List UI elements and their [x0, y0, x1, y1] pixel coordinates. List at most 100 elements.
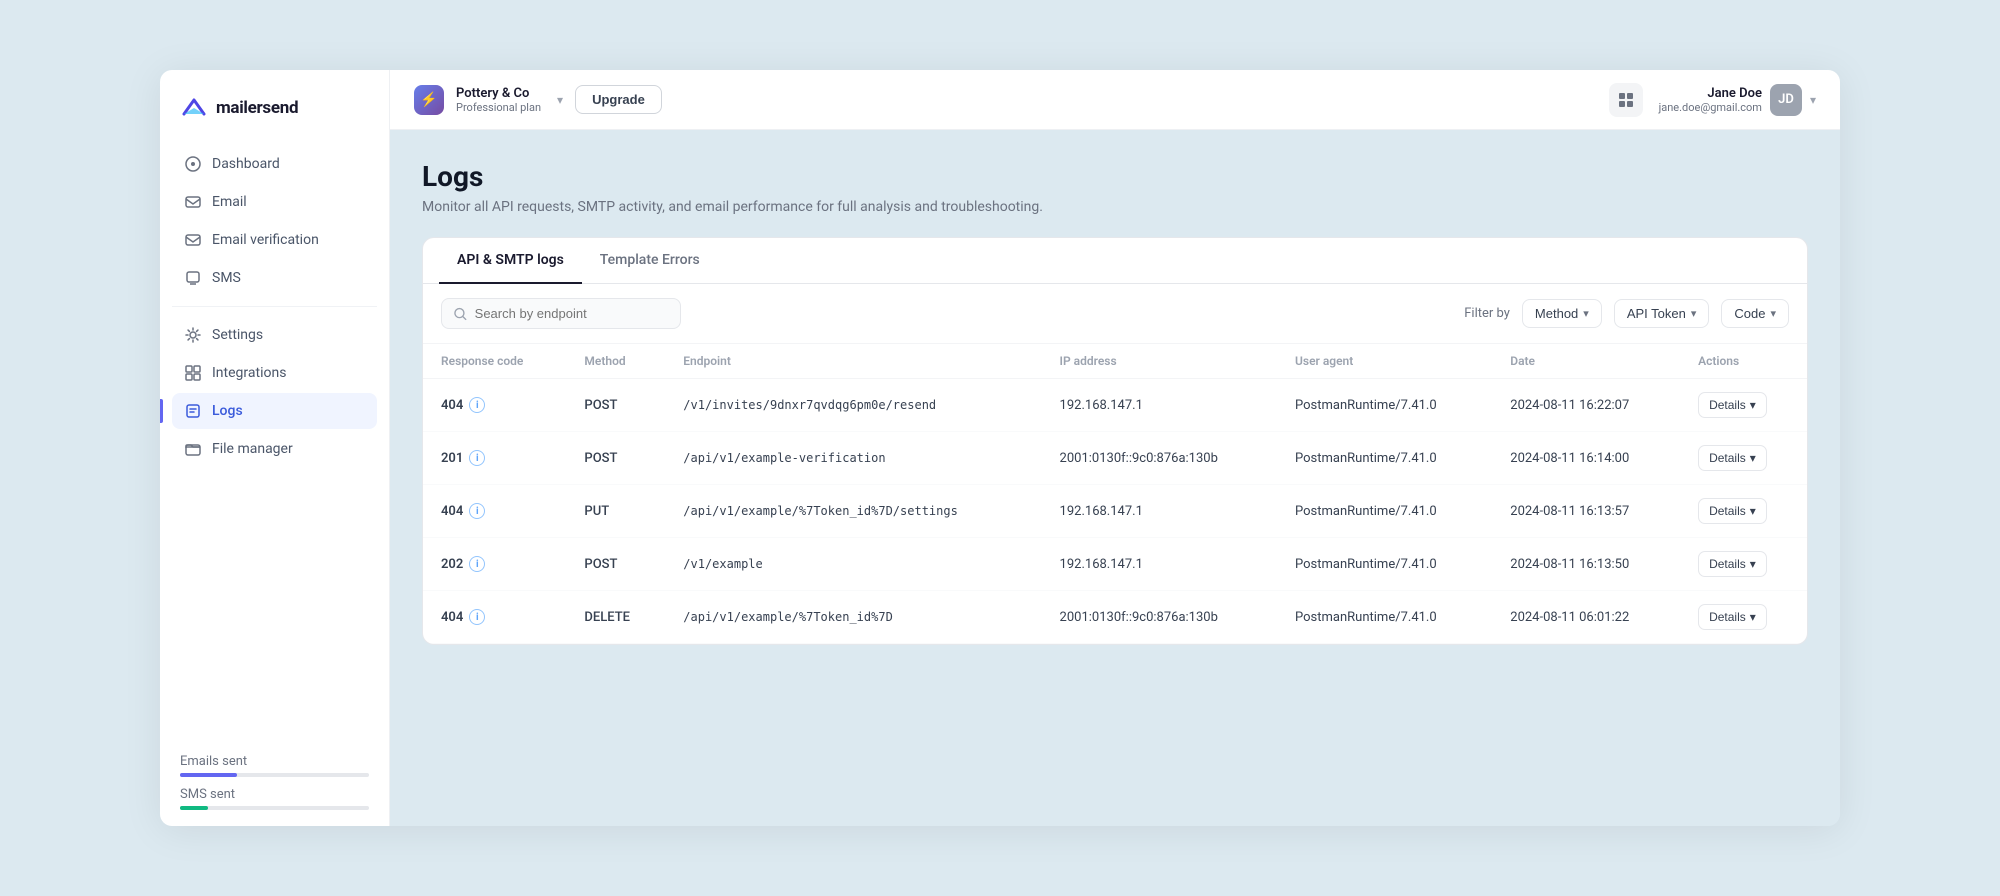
cell-endpoint-3: /v1/example [665, 538, 1041, 591]
cell-agent-4: PostmanRuntime/7.41.0 [1277, 591, 1492, 644]
details-button-3[interactable]: Details ▾ [1698, 551, 1767, 577]
filter-by-label: Filter by [1464, 306, 1510, 321]
filters-row: Filter by Method ▾ API Token ▾ Code ▾ [423, 284, 1807, 344]
sidebar-label-email: Email [212, 194, 247, 210]
workspace-chevron-icon[interactable]: ▾ [557, 93, 563, 107]
sidebar-item-email[interactable]: Email [172, 184, 377, 220]
details-button-0[interactable]: Details ▾ [1698, 392, 1767, 418]
cell-code-4: 404 i [423, 591, 566, 644]
table-row: 404 i PUT /api/v1/example/%7Token_id%7D/… [423, 485, 1807, 538]
user-area[interactable]: Jane Doe jane.doe@gmail.com JD ▾ [1659, 84, 1816, 116]
details-chevron-icon-1: ▾ [1750, 451, 1756, 465]
cell-agent-0: PostmanRuntime/7.41.0 [1277, 379, 1492, 432]
method-filter-button[interactable]: Method ▾ [1522, 299, 1602, 328]
active-indicator [160, 399, 163, 423]
page-title: Logs [422, 160, 1808, 193]
table-body: 404 i POST /v1/invites/9dnxr7qvdqg6pm0e/… [423, 379, 1807, 644]
col-user-agent: User agent [1277, 344, 1492, 379]
cell-ip-2: 192.168.147.1 [1042, 485, 1277, 538]
grid-apps-button[interactable] [1609, 83, 1643, 117]
cell-code-3: 202 i [423, 538, 566, 591]
col-method: Method [566, 344, 665, 379]
sidebar-item-sms[interactable]: SMS [172, 260, 377, 296]
sidebar-label-email-verification: Email verification [212, 232, 319, 248]
tab-template-errors[interactable]: Template Errors [582, 238, 718, 284]
avatar: JD [1770, 84, 1802, 116]
upgrade-button[interactable]: Upgrade [575, 85, 662, 114]
sms-progress-fill [180, 806, 208, 810]
content-area: Logs Monitor all API requests, SMTP acti… [390, 130, 1840, 826]
table-row: 201 i POST /api/v1/example-verification … [423, 432, 1807, 485]
logs-table: Response code Method Endpoint IP address… [423, 344, 1807, 644]
info-icon-3[interactable]: i [469, 556, 485, 572]
info-icon-4[interactable]: i [469, 609, 485, 625]
file-manager-icon [184, 440, 202, 458]
cell-code-2: 404 i [423, 485, 566, 538]
cell-code-1: 201 i [423, 432, 566, 485]
user-menu-chevron-icon: ▾ [1810, 93, 1816, 107]
user-info: Jane Doe jane.doe@gmail.com [1659, 86, 1762, 114]
cell-method-3: POST [566, 538, 665, 591]
search-box[interactable] [441, 298, 681, 329]
cell-endpoint-0: /v1/invites/9dnxr7qvdqg6pm0e/resend [665, 379, 1041, 432]
code-filter-button[interactable]: Code ▾ [1721, 299, 1789, 328]
table-row: 404 i DELETE /api/v1/example/%7Token_id%… [423, 591, 1807, 644]
cell-agent-3: PostmanRuntime/7.41.0 [1277, 538, 1492, 591]
cell-ip-0: 192.168.147.1 [1042, 379, 1277, 432]
logs-table-container: Response code Method Endpoint IP address… [423, 344, 1807, 644]
brand-name: mailersend [216, 98, 298, 118]
details-chevron-icon-3: ▾ [1750, 557, 1756, 571]
info-icon-1[interactable]: i [469, 450, 485, 466]
sms-progress-bg [180, 806, 369, 810]
logo-area: mailersend [160, 94, 389, 146]
nav-section: Dashboard Email Email verification [160, 146, 389, 742]
cell-endpoint-1: /api/v1/example-verification [665, 432, 1041, 485]
code-chevron-icon: ▾ [1770, 307, 1776, 320]
cell-endpoint-2: /api/v1/example/%7Token_id%7D/settings [665, 485, 1041, 538]
table-row: 404 i POST /v1/invites/9dnxr7qvdqg6pm0e/… [423, 379, 1807, 432]
user-email: jane.doe@gmail.com [1659, 101, 1762, 114]
api-token-filter-button[interactable]: API Token ▾ [1614, 299, 1710, 328]
cell-ip-1: 2001:0130f::9c0:876a:130b [1042, 432, 1277, 485]
dashboard-icon [184, 155, 202, 173]
table-header: Response code Method Endpoint IP address… [423, 344, 1807, 379]
cell-actions-4: Details ▾ [1680, 591, 1807, 644]
cell-actions-2: Details ▾ [1680, 485, 1807, 538]
sidebar-label-file-manager: File manager [212, 441, 293, 457]
details-chevron-icon-2: ▾ [1750, 504, 1756, 518]
col-actions: Actions [1680, 344, 1807, 379]
sidebar: mailersend Dashboard Email [160, 70, 390, 826]
cell-ip-4: 2001:0130f::9c0:876a:130b [1042, 591, 1277, 644]
sidebar-bottom: Emails sent SMS sent [160, 742, 389, 810]
search-input[interactable] [475, 306, 668, 321]
sidebar-item-logs[interactable]: Logs [172, 393, 377, 429]
avatar-initials: JD [1778, 92, 1794, 107]
api-token-chevron-icon: ▾ [1691, 307, 1697, 320]
cell-date-4: 2024-08-11 06:01:22 [1492, 591, 1680, 644]
details-button-4[interactable]: Details ▾ [1698, 604, 1767, 630]
sidebar-label-settings: Settings [212, 327, 263, 343]
sidebar-item-settings[interactable]: Settings [172, 317, 377, 353]
emails-progress-fill [180, 773, 237, 777]
sidebar-item-dashboard[interactable]: Dashboard [172, 146, 377, 182]
details-button-2[interactable]: Details ▾ [1698, 498, 1767, 524]
cell-actions-1: Details ▾ [1680, 432, 1807, 485]
cell-method-0: POST [566, 379, 665, 432]
tab-api-smtp[interactable]: API & SMTP logs [439, 238, 582, 284]
sidebar-item-email-verification[interactable]: Email verification [172, 222, 377, 258]
cell-agent-1: PostmanRuntime/7.41.0 [1277, 432, 1492, 485]
logs-card: API & SMTP logs Template Errors Filter b… [422, 237, 1808, 645]
cell-endpoint-4: /api/v1/example/%7Token_id%7D [665, 591, 1041, 644]
cell-method-2: PUT [566, 485, 665, 538]
col-response-code: Response code [423, 344, 566, 379]
cell-actions-0: Details ▾ [1680, 379, 1807, 432]
details-button-1[interactable]: Details ▾ [1698, 445, 1767, 471]
workspace-icon: ⚡ [414, 85, 444, 115]
sidebar-item-integrations[interactable]: Integrations [172, 355, 377, 391]
method-chevron-icon: ▾ [1583, 307, 1589, 320]
info-icon-0[interactable]: i [469, 397, 485, 413]
cell-date-1: 2024-08-11 16:14:00 [1492, 432, 1680, 485]
sidebar-item-file-manager[interactable]: File manager [172, 431, 377, 467]
logo-icon [180, 94, 208, 122]
info-icon-2[interactable]: i [469, 503, 485, 519]
